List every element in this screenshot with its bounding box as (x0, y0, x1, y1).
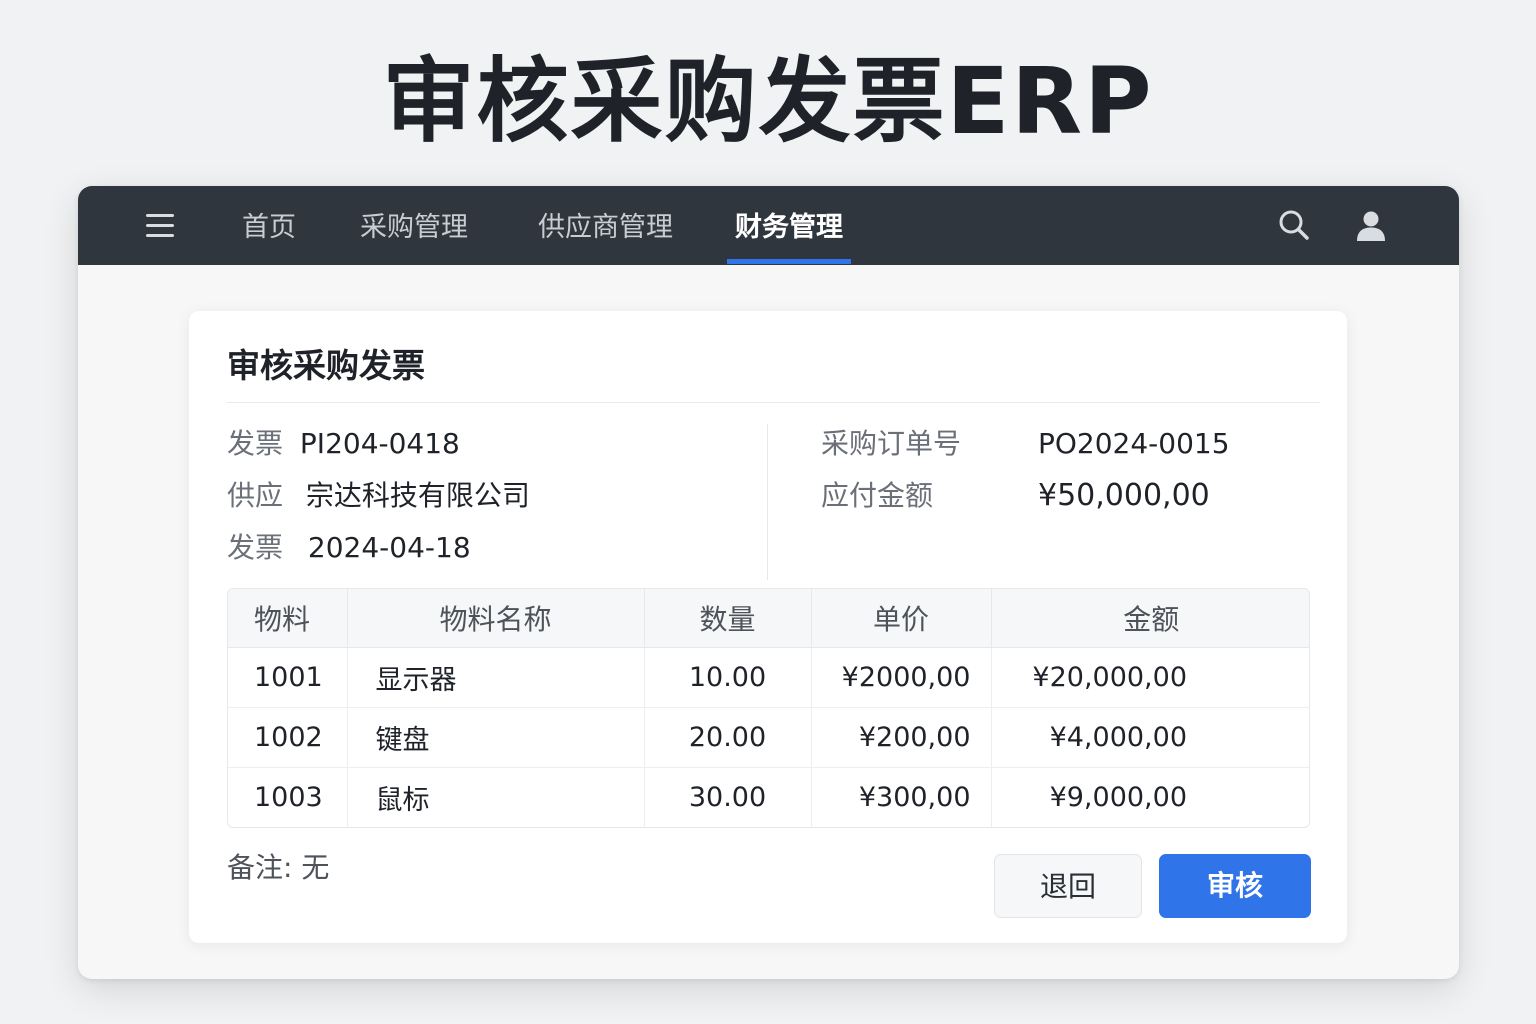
table-row: 1002 键盘 20.00 ¥200,00 ¥4,000,00 (228, 707, 1309, 768)
nav-item-home[interactable]: 首页 (242, 186, 296, 265)
cell-amount: ¥4,000,00 (991, 707, 1309, 768)
cell-code: 1002 (228, 707, 348, 768)
field-label: 供应 (227, 479, 284, 512)
app-window: 首页 采购管理 供应商管理 财务管理 审核采购发票 发票 PI204-0418 … (78, 186, 1459, 979)
top-navbar: 首页 采购管理 供应商管理 财务管理 (78, 186, 1459, 265)
invoice-date-field: 发票 2024-04-18 (227, 530, 471, 566)
cell-quantity: 20.00 (644, 707, 812, 768)
active-tab-indicator (727, 259, 851, 264)
user-icon[interactable] (1354, 208, 1388, 242)
column-header-name: 物料名称 (347, 589, 645, 648)
nav-item-supplier[interactable]: 供应商管理 (538, 186, 673, 265)
cell-amount: ¥20,000,00 (991, 647, 1309, 708)
field-value: PI204-0418 (299, 427, 460, 460)
column-header-code: 物料 (228, 589, 348, 648)
invoice-items-table: 物料 物料名称 数量 单价 金额 1001 显示器 10.00 ¥2000,00… (227, 588, 1310, 828)
card-title: 审核采购发票 (227, 346, 425, 385)
page-title: 审核采购发票ERP (382, 48, 1154, 155)
cell-unit-price: ¥300,00 (811, 767, 992, 827)
po-number-value: PO2024-0015 (1038, 427, 1230, 460)
table-row: 1001 显示器 10.00 ¥2000,00 ¥20,000,00 (228, 647, 1309, 708)
field-label: 应付金额 (821, 479, 934, 512)
remark-text: 备注: 无 (227, 851, 330, 884)
invoice-number-field: 发票 PI204-0418 (227, 426, 460, 462)
cell-quantity: 10.00 (644, 647, 812, 708)
cell-unit-price: ¥2000,00 (811, 647, 992, 708)
cell-amount: ¥9,000,00 (1049, 781, 1187, 813)
supplier-field: 供应 宗达科技有限公司 (227, 478, 530, 514)
column-header-quantity: 数量 (644, 589, 812, 648)
invoice-card: 审核采购发票 发票 PI204-0418 供应 宗达科技有限公司 发票 2024… (189, 311, 1347, 943)
column-header-amount: 金额 (991, 589, 1309, 648)
field-label: 采购订单号 (821, 427, 962, 460)
table-row: 1003 鼠标 30.00 ¥300,00 ¥9,000,00 (228, 767, 1309, 827)
card-divider (227, 402, 1320, 403)
cell-name: 键盘 (347, 707, 645, 768)
column-header-unit-price: 单价 (811, 589, 992, 648)
nav-item-purchase[interactable]: 采购管理 (360, 186, 468, 265)
cell-unit-price: ¥200,00 (811, 707, 992, 768)
search-icon[interactable] (1277, 208, 1311, 242)
cell-name: 显示器 (347, 647, 645, 708)
field-value: 宗达科技有限公司 (305, 479, 530, 512)
amount-due-value: ¥50,000,00 (1038, 478, 1210, 513)
cell-code: 1003 (228, 767, 348, 827)
info-separator (767, 424, 768, 580)
table-header-row: 物料 物料名称 数量 单价 金额 (228, 589, 1309, 648)
field-value: 2024-04-18 (307, 531, 471, 564)
cell-code: 1001 (228, 647, 348, 708)
menu-icon[interactable] (146, 214, 174, 238)
cell-quantity: 30.00 (644, 767, 812, 827)
field-label: 发票 (227, 531, 284, 564)
nav-item-finance[interactable]: 财务管理 (735, 186, 843, 265)
return-button[interactable]: 退回 (994, 854, 1142, 918)
cell-name: 鼠标 (347, 767, 645, 827)
field-label: 发票 (227, 427, 284, 460)
approve-button[interactable]: 审核 (1159, 854, 1311, 918)
